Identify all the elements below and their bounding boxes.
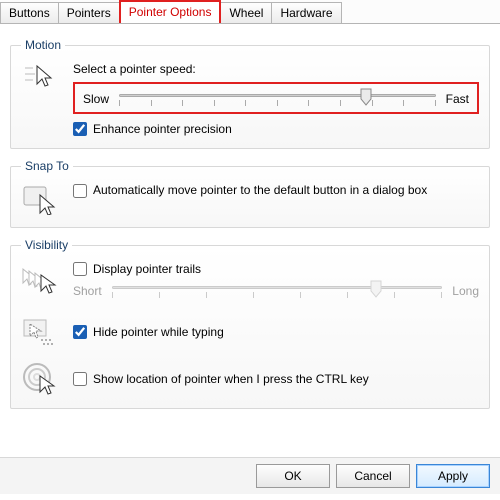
tab-buttons[interactable]: Buttons bbox=[0, 2, 59, 23]
group-snap-to-legend: Snap To bbox=[21, 159, 73, 173]
motion-slow-label: Slow bbox=[83, 92, 109, 106]
tab-hardware[interactable]: Hardware bbox=[271, 2, 341, 23]
hide-while-typing-icon bbox=[21, 316, 61, 348]
motion-speed-thumb[interactable] bbox=[360, 88, 372, 106]
trails-long-label: Long bbox=[452, 284, 479, 298]
motion-fast-label: Fast bbox=[446, 92, 469, 106]
snap-to-icon bbox=[21, 183, 61, 215]
show-location-icon bbox=[21, 362, 61, 396]
group-motion-legend: Motion bbox=[21, 38, 65, 52]
cancel-button[interactable]: Cancel bbox=[336, 464, 410, 488]
trails-short-label: Short bbox=[73, 284, 102, 298]
tab-strip: Buttons Pointers Pointer Options Wheel H… bbox=[0, 0, 500, 24]
hide-while-typing-checkbox[interactable] bbox=[73, 325, 87, 339]
group-visibility: Visibility Display pointer trails bbox=[10, 238, 490, 409]
pointer-trails-checkbox[interactable] bbox=[73, 262, 87, 276]
hide-while-typing-label[interactable]: Hide pointer while typing bbox=[93, 325, 224, 339]
motion-speed-highlight: Slow Fast bbox=[73, 82, 479, 114]
enhance-precision-label[interactable]: Enhance pointer precision bbox=[93, 122, 232, 136]
snap-to-checkbox[interactable] bbox=[73, 184, 87, 198]
pointer-trails-icon bbox=[21, 267, 61, 297]
pointer-trails-label[interactable]: Display pointer trails bbox=[93, 262, 201, 276]
tab-pointers[interactable]: Pointers bbox=[58, 2, 120, 23]
snap-to-label[interactable]: Automatically move pointer to the defaul… bbox=[93, 183, 427, 199]
pointer-trails-thumb bbox=[370, 280, 382, 298]
group-motion: Motion Select a pointer speed: Slow bbox=[10, 38, 490, 149]
pointer-trails-slider bbox=[112, 280, 443, 302]
group-snap-to: Snap To Automatically move pointer to th… bbox=[10, 159, 490, 228]
enhance-precision-checkbox[interactable] bbox=[73, 122, 87, 136]
show-location-checkbox[interactable] bbox=[73, 372, 87, 386]
motion-speed-label: Select a pointer speed: bbox=[73, 62, 479, 76]
group-visibility-legend: Visibility bbox=[21, 238, 72, 252]
dialog-button-bar: OK Cancel Apply bbox=[0, 457, 500, 494]
apply-button[interactable]: Apply bbox=[416, 464, 490, 488]
show-location-label[interactable]: Show location of pointer when I press th… bbox=[93, 372, 369, 386]
tab-pointer-options[interactable]: Pointer Options bbox=[119, 0, 222, 23]
tab-wheel[interactable]: Wheel bbox=[220, 2, 272, 23]
ok-button[interactable]: OK bbox=[256, 464, 330, 488]
motion-speed-slider[interactable] bbox=[119, 88, 436, 110]
motion-pointer-icon bbox=[21, 62, 61, 92]
